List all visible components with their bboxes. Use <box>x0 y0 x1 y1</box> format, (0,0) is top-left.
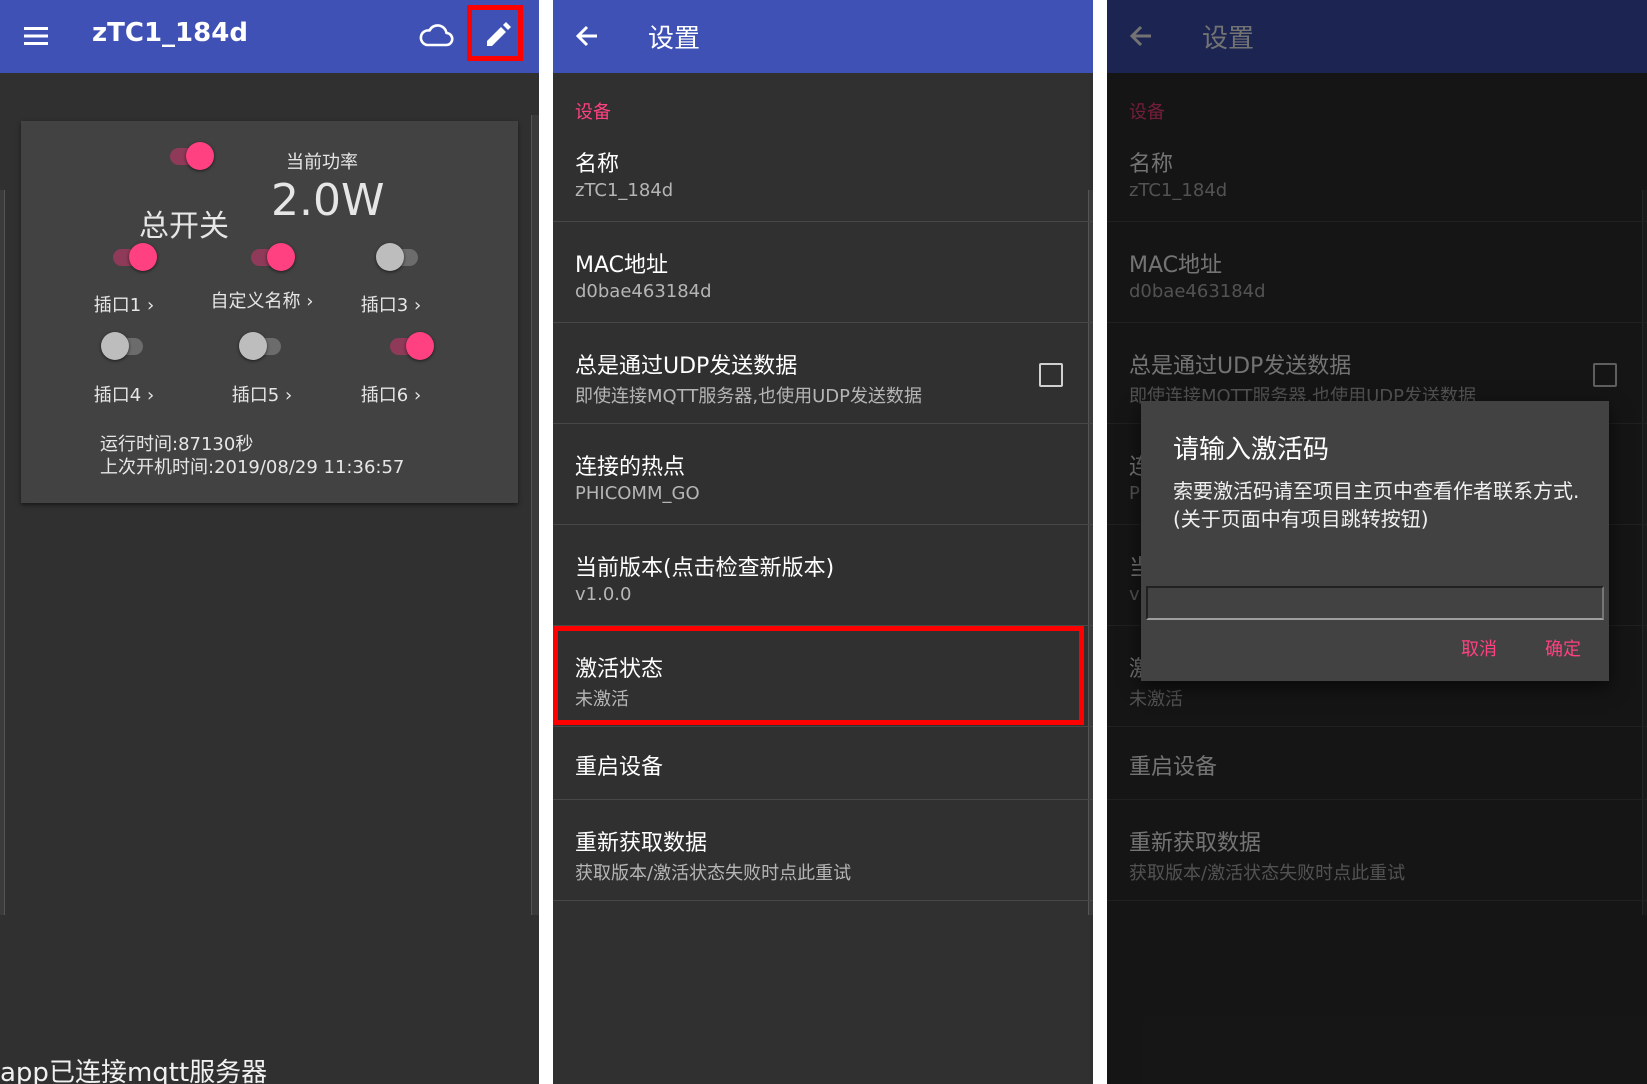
port-1-switch[interactable] <box>109 239 157 275</box>
setting-summary: 获取版本/激活状态失败时点此重试 <box>575 863 852 884</box>
port-2-switch[interactable] <box>247 239 295 275</box>
settings-panel: 设置 设备 名称 zTC1_184d MAC地址 d0bae463184d 总是… <box>553 0 1093 1084</box>
settings-title: 设置 <box>648 24 701 54</box>
cloud-icon[interactable] <box>412 12 460 60</box>
port-6-link[interactable]: 插口6 › <box>321 381 461 407</box>
setting-title: 名称 <box>575 152 620 177</box>
confirm-button[interactable]: 确定 <box>1535 629 1591 667</box>
port-3-label: 插口3 <box>360 295 409 316</box>
port-1-label: 插口1 <box>93 295 142 316</box>
cancel-button[interactable]: 取消 <box>1451 629 1507 667</box>
dialog-title: 请输入激活码 <box>1173 435 1330 465</box>
activation-row-highlight <box>553 626 1084 725</box>
setting-title: 连接的热点 <box>575 455 686 480</box>
dialog-message: 索要激活码请至项目主页中查看作者联系方式.(关于页面中有项目跳转按钮) <box>1173 479 1580 531</box>
port-3-link[interactable]: 插口3 › <box>321 291 461 317</box>
connection-status: app已连接mqtt服务器 <box>0 1058 268 1084</box>
activation-code-input[interactable] <box>1146 586 1604 620</box>
activation-code-dialog: 请输入激活码 索要激活码请至项目主页中查看作者联系方式.(关于页面中有项目跳转按… <box>1141 401 1609 681</box>
setting-row-mac[interactable]: MAC地址 d0bae463184d <box>553 222 1093 323</box>
activation-dialog-panel: 设置 设备 名称 zTC1_184d MAC地址 d0bae463184d 总是… <box>1107 0 1647 1084</box>
chevron-right-icon: › <box>413 295 422 316</box>
port-1-link[interactable]: 插口1 › <box>54 291 194 317</box>
port-2-link[interactable]: 自定义名称 › <box>192 287 332 313</box>
port-6-switch[interactable] <box>386 328 434 364</box>
port-4-switch[interactable] <box>101 328 149 364</box>
setting-title: 总是通过UDP发送数据 <box>575 354 798 379</box>
setting-summary: d0bae463184d <box>575 281 712 302</box>
setting-row-refresh[interactable]: 重新获取数据 获取版本/激活状态失败时点此重试 <box>553 800 1093 901</box>
edit-button-highlight <box>467 5 523 61</box>
setting-summary: zTC1_184d <box>575 180 674 201</box>
udp-checkbox[interactable] <box>1039 363 1063 387</box>
chevron-right-icon: › <box>306 291 314 312</box>
app-bar: zTC1_184d <box>0 0 539 73</box>
page-edge-right <box>531 115 539 915</box>
setting-summary: v1.0.0 <box>575 584 632 605</box>
port-4-link[interactable]: 插口4 › <box>54 381 194 407</box>
port-4-label: 插口4 <box>93 385 142 406</box>
power-value: 2.0W <box>271 175 385 226</box>
port-2-label: 自定义名称 <box>210 291 301 312</box>
setting-summary: 即使连接MQTT服务器,也使用UDP发送数据 <box>575 386 922 407</box>
setting-row-udp[interactable]: 总是通过UDP发送数据 即使连接MQTT服务器,也使用UDP发送数据 <box>553 323 1093 424</box>
port-6-label: 插口6 <box>360 385 409 406</box>
setting-row-reboot[interactable]: 重启设备 <box>553 727 1093 800</box>
arrow-back-icon[interactable] <box>563 12 611 60</box>
setting-summary: PHICOMM_GO <box>575 483 700 504</box>
chevron-right-icon: › <box>146 295 155 316</box>
last-boot-text: 上次开机时间:2019/08/29 11:36:57 <box>100 457 405 478</box>
setting-title: 当前版本(点击检查新版本) <box>575 556 835 581</box>
device-card: 总开关 当前功率 2.0W 插口1 › 自定义名称 › 插口3 › 插口4 › … <box>21 121 518 503</box>
page-edge-left <box>0 190 5 915</box>
setting-title: MAC地址 <box>575 253 669 278</box>
app-title: zTC1_184d <box>92 18 248 48</box>
main-screen-panel: zTC1_184d 总开关 当前功率 2.0W 插口1 › 自定义名称 › 插口… <box>0 0 539 1084</box>
port-5-label: 插口5 <box>231 385 280 406</box>
setting-row-hotspot[interactable]: 连接的热点 PHICOMM_GO <box>553 424 1093 525</box>
chevron-right-icon: › <box>413 385 422 406</box>
setting-title: 重启设备 <box>575 755 664 780</box>
chevron-right-icon: › <box>284 385 293 406</box>
power-label: 当前功率 <box>286 152 358 173</box>
app-bar: 设置 <box>553 0 1093 73</box>
menu-icon[interactable] <box>12 12 60 60</box>
setting-title: 重新获取数据 <box>575 831 708 856</box>
chevron-right-icon: › <box>146 385 155 406</box>
master-switch[interactable] <box>166 138 214 174</box>
port-3-switch[interactable] <box>376 239 424 275</box>
port-5-switch[interactable] <box>239 328 287 364</box>
setting-row-name[interactable]: 名称 zTC1_184d <box>553 121 1093 222</box>
port-5-link[interactable]: 插口5 › <box>192 381 332 407</box>
setting-row-version[interactable]: 当前版本(点击检查新版本) v1.0.0 <box>553 525 1093 626</box>
